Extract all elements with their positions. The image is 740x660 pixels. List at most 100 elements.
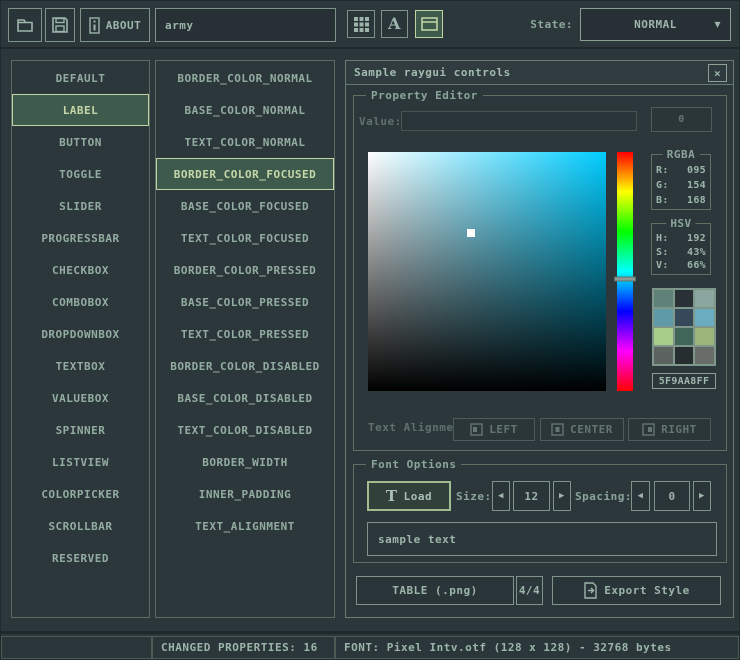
- controls-item-button[interactable]: BUTTON: [12, 126, 149, 158]
- hsv-group: HSV H: 192 S: 43% V: 66%: [651, 223, 711, 275]
- sample-text-box[interactable]: sample text: [367, 522, 717, 556]
- property-item-text_color_focused[interactable]: TEXT_COLOR_FOCUSED: [156, 222, 334, 254]
- info-icon: [89, 17, 100, 34]
- color-swatch[interactable]: [654, 328, 673, 345]
- property-item-text_alignment[interactable]: TEXT_ALIGNMENT: [156, 510, 334, 542]
- status-left: [1, 636, 152, 659]
- property-editor-label: Property Editor: [366, 89, 483, 102]
- property-item-base_color_normal[interactable]: BASE_COLOR_NORMAL: [156, 94, 334, 126]
- chevron-left-icon: ◀: [498, 491, 504, 501]
- property-item-border_width[interactable]: BORDER_WIDTH: [156, 446, 334, 478]
- controls-item-toggle[interactable]: TOGGLE: [12, 158, 149, 190]
- chevron-left-icon: ◀: [638, 491, 644, 501]
- controls-item-colorpicker[interactable]: COLORPICKER: [12, 478, 149, 510]
- color-swatch[interactable]: [675, 290, 694, 307]
- properties-list: BORDER_COLOR_NORMALBASE_COLOR_NORMALTEXT…: [155, 60, 335, 618]
- value-input[interactable]: [401, 111, 637, 131]
- controls-item-progressbar[interactable]: PROGRESSBAR: [12, 222, 149, 254]
- save-file-button[interactable]: [45, 8, 75, 42]
- r-value: 095: [687, 165, 706, 176]
- controls-item-default[interactable]: DEFAULT: [12, 62, 149, 94]
- state-label: State:: [515, 8, 573, 41]
- font-icon: A: [388, 16, 401, 32]
- table-pages[interactable]: 4/4: [516, 576, 543, 605]
- align-right-button[interactable]: RIGHT: [628, 418, 711, 441]
- property-item-base_color_pressed[interactable]: BASE_COLOR_PRESSED: [156, 286, 334, 318]
- about-button[interactable]: ABOUT: [80, 8, 150, 42]
- spacing-decrease-button[interactable]: ◀: [631, 481, 650, 511]
- controls-item-textbox[interactable]: TEXTBOX: [12, 350, 149, 382]
- s-label: S:: [656, 247, 669, 258]
- g-value: 154: [687, 180, 706, 191]
- spacing-value[interactable]: 0: [654, 481, 690, 511]
- color-swatch[interactable]: [675, 328, 694, 345]
- spacing-increase-button[interactable]: ▶: [693, 481, 711, 511]
- hex-value: 5F9AA8FF: [659, 376, 710, 387]
- property-item-text_color_pressed[interactable]: TEXT_COLOR_PRESSED: [156, 318, 334, 350]
- size-label: Size:: [456, 481, 492, 511]
- color-swatch[interactable]: [675, 347, 694, 364]
- controls-item-combobox[interactable]: COMBOBOX: [12, 286, 149, 318]
- controls-item-scrollbar[interactable]: SCROLLBAR: [12, 510, 149, 542]
- property-item-text_color_normal[interactable]: TEXT_COLOR_NORMAL: [156, 126, 334, 158]
- color-swatch[interactable]: [654, 309, 673, 326]
- hsv-s-row: S: 43%: [656, 246, 706, 259]
- property-item-base_color_disabled[interactable]: BASE_COLOR_DISABLED: [156, 382, 334, 414]
- toolbar-separator: [0, 47, 740, 49]
- property-item-border_color_normal[interactable]: BORDER_COLOR_NORMAL: [156, 62, 334, 94]
- align-right-icon: [642, 423, 655, 436]
- picker-cursor[interactable]: [467, 229, 475, 237]
- align-center-button[interactable]: CENTER: [540, 418, 624, 441]
- size-decrease-button[interactable]: ◀: [492, 481, 510, 511]
- property-item-base_color_focused[interactable]: BASE_COLOR_FOCUSED: [156, 190, 334, 222]
- property-item-text_color_disabled[interactable]: TEXT_COLOR_DISABLED: [156, 414, 334, 446]
- property-item-inner_padding[interactable]: INNER_PADDING: [156, 478, 334, 510]
- export-icon: [583, 582, 598, 599]
- hue-bar[interactable]: [617, 152, 633, 391]
- open-file-button[interactable]: [8, 8, 42, 42]
- controls-item-checkbox[interactable]: CHECKBOX: [12, 254, 149, 286]
- controls-item-reserved[interactable]: RESERVED: [12, 542, 149, 574]
- value-button[interactable]: 0: [651, 107, 712, 132]
- state-dropdown[interactable]: NORMAL ▼: [580, 8, 731, 41]
- property-item-border_color_focused[interactable]: BORDER_COLOR_FOCUSED: [156, 158, 334, 190]
- property-item-border_color_pressed[interactable]: BORDER_COLOR_PRESSED: [156, 254, 334, 286]
- color-swatch[interactable]: [654, 347, 673, 364]
- controls-item-label[interactable]: LABEL: [12, 94, 149, 126]
- color-swatch[interactable]: [695, 328, 714, 345]
- close-button[interactable]: ×: [708, 64, 727, 82]
- hex-box[interactable]: 5F9AA8FF: [652, 373, 716, 389]
- chevron-down-icon: ▼: [714, 19, 721, 30]
- font-view-button[interactable]: A: [381, 10, 408, 38]
- hue-handle[interactable]: [614, 277, 636, 282]
- export-style-button[interactable]: Export Style: [552, 576, 721, 605]
- color-swatch[interactable]: [695, 347, 714, 364]
- rgba-label: RGBA: [663, 148, 700, 161]
- text-alignment-label: Text Alignme: [368, 421, 453, 435]
- property-item-border_color_disabled[interactable]: BORDER_COLOR_DISABLED: [156, 350, 334, 382]
- font-options-group: Font Options T Load Size: ◀ 12 ▶ Spacing…: [353, 464, 727, 563]
- controls-item-valuebox[interactable]: VALUEBOX: [12, 382, 149, 414]
- size-value[interactable]: 12: [513, 481, 550, 511]
- sv-panel[interactable]: [368, 152, 606, 391]
- align-left-button[interactable]: LEFT: [453, 418, 535, 441]
- controls-item-slider[interactable]: SLIDER: [12, 190, 149, 222]
- style-name-input[interactable]: [155, 8, 336, 42]
- color-swatch[interactable]: [654, 290, 673, 307]
- table-export-button[interactable]: TABLE (.png): [356, 576, 514, 605]
- align-right-label: RIGHT: [661, 423, 697, 436]
- sample-window-title: Sample raygui controls: [354, 66, 511, 79]
- controls-item-listview[interactable]: LISTVIEW: [12, 446, 149, 478]
- grid-view-button[interactable]: [347, 10, 375, 38]
- size-increase-button[interactable]: ▶: [553, 481, 571, 511]
- controls-view-button[interactable]: [415, 10, 443, 38]
- load-font-button[interactable]: T Load: [367, 481, 451, 511]
- window-icon: [421, 17, 438, 31]
- color-swatch[interactable]: [695, 290, 714, 307]
- controls-item-dropdownbox[interactable]: DROPDOWNBOX: [12, 318, 149, 350]
- color-swatch[interactable]: [675, 309, 694, 326]
- color-swatch[interactable]: [695, 309, 714, 326]
- controls-item-spinner[interactable]: SPINNER: [12, 414, 149, 446]
- text-t-icon: T: [386, 489, 398, 504]
- chevron-right-icon: ▶: [699, 491, 705, 501]
